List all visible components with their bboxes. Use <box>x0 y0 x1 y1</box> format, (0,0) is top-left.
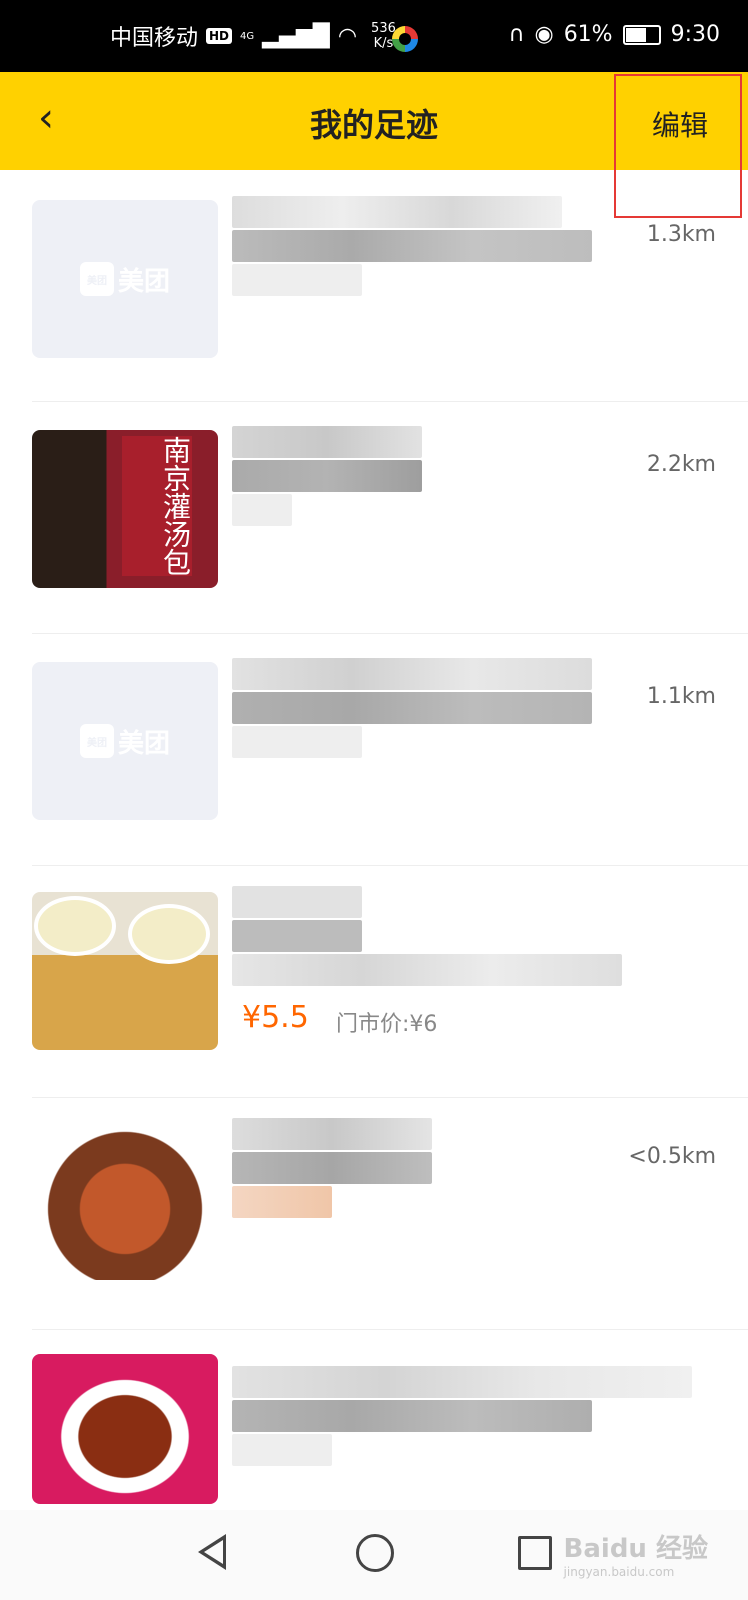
clock: 9:30 <box>670 22 720 47</box>
blur-bar <box>232 426 422 458</box>
blurred-content <box>232 886 622 1012</box>
list-item[interactable]: 美团 美团 1.1km <box>0 634 748 866</box>
distance-label: <0.5km <box>628 1144 716 1169</box>
headphone-icon: ∩ <box>508 22 525 47</box>
nav-home-icon[interactable] <box>356 1534 394 1572</box>
bowl-shape <box>128 904 210 964</box>
food-thumbnail <box>32 892 218 1050</box>
wifi-icon: ◠ <box>337 23 358 49</box>
blur-bar <box>232 920 362 952</box>
distance-label: 1.3km <box>646 222 716 247</box>
list-item[interactable]: <0.5km <box>0 1098 748 1330</box>
app-indicator-icon <box>392 26 418 52</box>
shop-sign: 南京灌汤包 <box>122 436 192 576</box>
distance-label: 1.1km <box>646 684 716 709</box>
blurred-content <box>232 658 602 784</box>
signal-icon: ▂▄▆█ <box>262 23 330 49</box>
blurred-content <box>232 196 602 322</box>
blur-bar <box>232 264 362 296</box>
list-item[interactable]: 南京灌汤包 2.2km <box>0 402 748 634</box>
carrier-label: 中国移动 <box>110 26 199 51</box>
bowl-shape <box>34 896 116 956</box>
blur-bar <box>232 1152 432 1184</box>
meituan-logo-icon: 美团 <box>79 724 114 758</box>
food-thumbnail <box>32 1354 218 1504</box>
food-thumbnail <box>32 1122 218 1280</box>
thumb-label: 美团 <box>117 266 170 297</box>
price-label: ¥5.5 <box>242 1000 309 1035</box>
blur-bar <box>232 1366 692 1398</box>
blurred-content <box>232 1366 692 1492</box>
blur-bar <box>232 494 292 526</box>
blurred-content <box>232 1118 602 1244</box>
placeholder-thumbnail: 美团 美团 <box>32 662 218 820</box>
distance-label: 2.2km <box>646 452 716 477</box>
status-right: ∩ ◉ 61% 9:30 <box>508 22 720 47</box>
blur-bar <box>232 658 592 690</box>
eye-icon: ◉ <box>534 22 554 47</box>
blur-bar <box>232 230 592 262</box>
nav-back-icon[interactable] <box>198 1534 226 1570</box>
blur-bar <box>232 886 362 918</box>
blur-bar <box>232 726 362 758</box>
status-left: 中国移动 HD 4G ▂▄▆█ ◠ 536 K/s <box>110 20 396 52</box>
list-item[interactable]: 美团 美团 1.3km <box>0 170 748 402</box>
meituan-logo-icon: 美团 <box>79 262 114 296</box>
market-price-label: 门市价:¥6 <box>336 1012 438 1037</box>
watermark-text: Baidu 经验 <box>563 1534 708 1564</box>
blur-bar <box>232 1400 592 1432</box>
thumb-label: 美团 <box>117 728 170 759</box>
blur-bar <box>232 954 622 986</box>
blur-bar <box>232 460 422 492</box>
blur-bar <box>232 692 592 724</box>
nav-recents-icon[interactable] <box>518 1536 552 1570</box>
placeholder-thumbnail: 美团 美团 <box>32 200 218 358</box>
battery-percent: 61% <box>563 22 613 47</box>
blur-bar <box>232 1186 332 1218</box>
status-bar: 中国移动 HD 4G ▂▄▆█ ◠ 536 K/s ∩ ◉ 61% 9:30 <box>0 0 748 72</box>
hd-badge: HD <box>206 28 233 44</box>
blur-bar <box>232 196 562 228</box>
battery-icon <box>622 24 661 45</box>
list-item[interactable]: ¥5.5 门市价:¥6 <box>0 866 748 1098</box>
speed-unit: K/s <box>373 36 394 51</box>
watermark: Baidu 经验 jingyan.baidu.com <box>564 1528 708 1579</box>
battery-level <box>625 27 647 42</box>
network-type: 4G <box>240 30 255 42</box>
blur-bar <box>232 1118 432 1150</box>
shop-thumbnail: 南京灌汤包 <box>32 430 218 588</box>
watermark-sub: jingyan.baidu.com <box>563 1565 675 1579</box>
blur-bar <box>232 1434 332 1466</box>
system-nav-bar: Baidu 经验 jingyan.baidu.com <box>0 1510 748 1600</box>
blurred-content <box>232 426 602 552</box>
